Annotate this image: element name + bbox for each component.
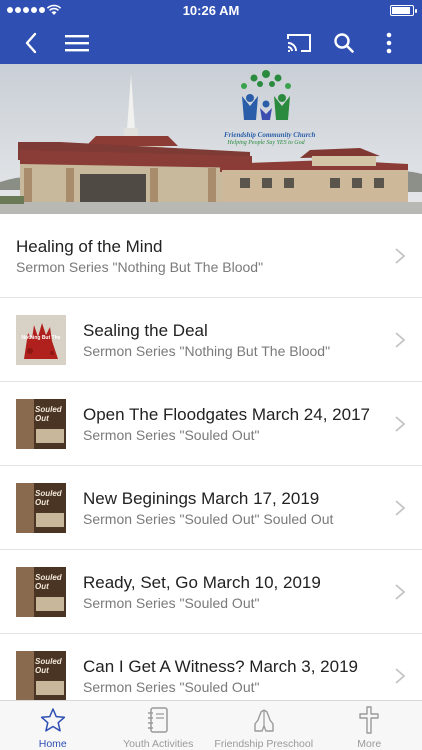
thumbnail-label: Nothing But The [21,335,61,341]
thumbnail-title: Souled Out [35,573,62,591]
sermon-thumbnail: Souled Out [16,567,66,617]
sermon-series: Sermon Series "Souled Out" [83,679,260,695]
sermon-title: Can I Get A Witness? March 3, 2019 [83,657,358,676]
list-item[interactable]: Souled Out Open The Floodgates March 24, … [0,382,422,466]
back-button[interactable] [14,26,48,60]
chevron-right-icon [395,248,406,264]
sermon-title: Healing of the Mind [16,237,163,256]
sermon-series: Sermon Series "Nothing But The Blood" [83,343,331,359]
chevron-right-icon [395,584,406,600]
cast-icon [287,34,311,52]
top-bar: 10:26 AM [0,0,422,64]
praying-hands-icon [254,709,274,732]
thumbnail-title: Souled Out [35,405,62,423]
list-item[interactable]: Souled Out New Beginings March 17, 2019 S… [0,466,422,550]
logo-text: Friendship Community Church [224,131,316,139]
sermon-title: New Beginings March 17, 2019 [83,489,320,508]
tab-label: Friendship Preschool [214,738,314,750]
hamburger-icon [65,35,89,52]
tab-friendship-preschool[interactable]: Friendship Preschool [211,701,317,750]
chevron-left-icon [25,32,37,54]
tab-label: Home [38,738,67,750]
sermon-thumbnail: Souled Out [16,483,66,533]
search-icon [334,33,354,53]
search-button[interactable] [327,26,361,60]
sermon-title: Sealing the Deal [83,321,208,340]
status-time: 10:26 AM [182,3,240,18]
thumbnail-title: Souled Out [35,657,62,675]
star-icon [40,708,65,732]
menu-button[interactable] [60,26,94,60]
sermon-list: Healing of the Mind Sermon Series "Nothi… [0,214,422,700]
sermon-title: Open The Floodgates March 24, 2017 [83,405,370,424]
chevron-right-icon [395,416,406,432]
sermon-series: Sermon Series "Souled Out" Souled Out [83,511,334,527]
sermon-series: Sermon Series "Souled Out" [83,427,260,443]
tab-more[interactable]: More [317,701,422,750]
tab-bar: Home Youth Activities Friendship Prescho… [0,700,422,750]
status-bar: 10:26 AM [0,0,422,22]
kebab-menu-icon [386,32,392,54]
more-options-button[interactable] [372,26,406,60]
list-item[interactable]: Souled Out Can I Get A Witness? March 3, … [0,634,422,700]
chevron-right-icon [395,500,406,516]
sermon-thumbnail: Souled Out [16,651,66,700]
chevron-right-icon [395,332,406,348]
notebook-icon [148,707,168,733]
thumbnail-title: Souled Out [35,489,62,507]
church-banner: Friendship Community Church Helping Peop… [0,64,422,214]
sermon-series: Sermon Series "Souled Out" [83,595,260,611]
list-item[interactable]: Healing of the Mind Sermon Series "Nothi… [0,214,422,298]
church-photo [0,64,422,214]
sermon-thumbnail: Souled Out [16,399,66,449]
tab-label: Youth Activities [123,738,194,750]
tab-label: More [357,738,382,750]
logo-tagline: Helping People Say YES to God [227,140,305,146]
sermon-thumbnail: Nothing But The [16,315,66,365]
cast-button[interactable] [282,26,316,60]
nav-bar [0,22,422,64]
tab-youth-activities[interactable]: Youth Activities [106,701,212,750]
sermon-series: Sermon Series "Nothing But The Blood" [16,259,264,275]
chevron-right-icon [395,668,406,684]
sermon-title: Ready, Set, Go March 10, 2019 [83,573,321,592]
cross-icon [359,706,379,734]
list-item[interactable]: Nothing But The Sealing the Deal Sermon … [0,298,422,382]
battery-icon [390,5,417,16]
tab-home[interactable]: Home [0,701,106,750]
list-item[interactable]: Souled Out Ready, Set, Go March 10, 2019 … [0,550,422,634]
